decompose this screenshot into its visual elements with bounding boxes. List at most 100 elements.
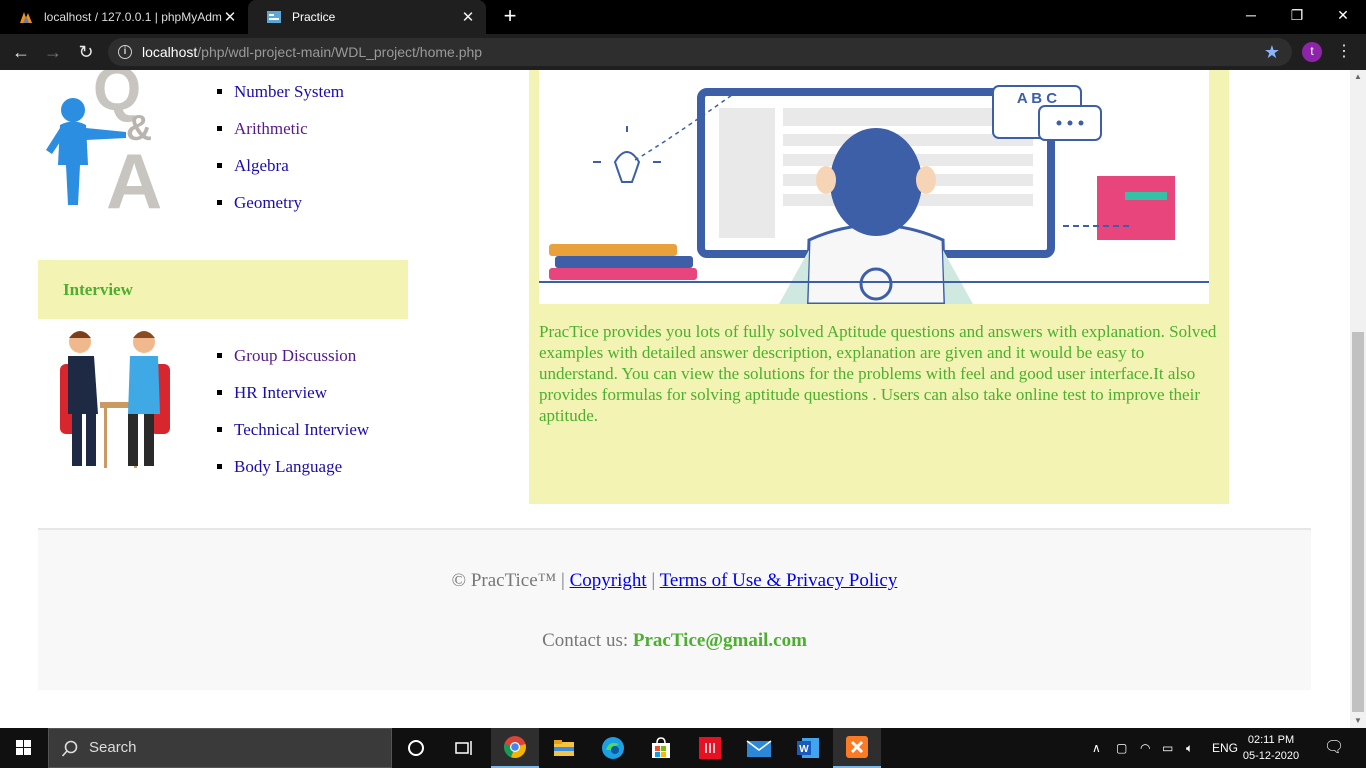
xampp-icon	[846, 736, 868, 758]
interview-heading: Interview	[38, 260, 408, 319]
list-item: Arithmetic	[234, 119, 344, 156]
store-bag-icon	[652, 737, 670, 758]
windows-taskbar: Search W ∧ ▢ ◠ ▭ 🔈︎ ENG 02:11 PM 05-12-2…	[0, 728, 1366, 768]
tab-title: Practice	[292, 10, 336, 24]
tab-title: localhost / 127.0.0.1 | phpMyAdm	[44, 10, 222, 24]
copyright-text: © PracTice™ |	[451, 570, 565, 591]
clock-date: 05-12-2020	[1242, 750, 1300, 762]
close-tab-icon[interactable]: ✕	[222, 8, 238, 26]
list-item: Number System	[234, 82, 344, 119]
clock-time: 02:11 PM	[1247, 734, 1295, 746]
list-item: Geometry	[234, 193, 344, 230]
browser-tab-bar: localhost / 127.0.0.1 | phpMyAdm ✕ Pract…	[0, 0, 1366, 34]
about-panel: A B C PracTice provides you lots of full…	[529, 70, 1229, 504]
back-button[interactable]: ←	[8, 40, 34, 64]
taskbar-mail[interactable]	[735, 728, 783, 768]
practice-favicon-icon	[267, 11, 281, 23]
cortana-button[interactable]	[392, 728, 440, 768]
word-icon: W	[797, 738, 819, 758]
svg-text:W: W	[799, 744, 809, 755]
topic-link-technical-interview[interactable]: Technical Interview	[234, 420, 369, 439]
close-tab-icon[interactable]: ✕	[460, 8, 476, 26]
taskbar-edge[interactable]	[589, 728, 637, 768]
topic-link-algebra[interactable]: Algebra	[234, 156, 289, 175]
browser-menu-icon[interactable]: ⋮	[1336, 42, 1352, 62]
browser-toolbar: ← → ↻ i localhost/php/wdl-project-main/W…	[0, 34, 1366, 70]
footer-contact-row: Contact us: PracTice@gmail.com	[38, 630, 1311, 652]
topic-link-arithmetic[interactable]: Arithmetic	[234, 119, 308, 138]
qa-illustration: Q & A	[46, 70, 162, 210]
abc-bubble-text: A B C	[1017, 90, 1057, 107]
profile-avatar[interactable]: t	[1302, 42, 1322, 62]
interview-illustration	[60, 331, 170, 468]
edge-icon	[602, 737, 624, 759]
taskbar-store[interactable]	[637, 728, 685, 768]
list-item: HR Interview	[234, 383, 369, 420]
taskbar-search-box[interactable]: Search	[48, 728, 392, 768]
bookmark-star-icon[interactable]: ★	[1264, 38, 1280, 66]
action-center-icon[interactable]: 🗨︎	[1324, 728, 1344, 768]
start-button[interactable]	[0, 728, 48, 768]
address-bar[interactable]: i localhost/php/wdl-project-main/WDL_pro…	[108, 38, 1292, 66]
copyright-link[interactable]: Copyright	[570, 570, 647, 591]
svg-text:A: A	[106, 137, 162, 210]
contact-label: Contact us:	[542, 630, 629, 651]
task-view-button[interactable]	[440, 728, 488, 768]
mail-icon	[746, 740, 772, 757]
meet-now-icon[interactable]: ▢	[1116, 728, 1127, 768]
terms-privacy-link[interactable]: Terms of Use & Privacy Policy	[660, 570, 898, 591]
footer-links-row: © PracTice™ | Copyright | Terms of Use &…	[38, 570, 1311, 592]
phpmyadmin-favicon-icon	[20, 12, 32, 23]
site-info-icon[interactable]: i	[118, 45, 132, 59]
close-window-button[interactable]: ✕	[1320, 0, 1366, 34]
list-item: Algebra	[234, 156, 344, 193]
restore-button[interactable]: ❐	[1274, 0, 1320, 34]
reload-button[interactable]: ↻	[73, 40, 99, 64]
list-item: Technical Interview	[234, 420, 369, 457]
new-tab-button[interactable]: +	[498, 4, 522, 28]
topic-link-hr-interview[interactable]: HR Interview	[234, 383, 327, 402]
scrollbar-thumb[interactable]	[1352, 332, 1364, 712]
folder-icon	[554, 740, 574, 756]
search-icon	[61, 740, 78, 757]
taskbar-clock[interactable]: 02:11 PM 05-12-2020	[1236, 732, 1306, 764]
windows-logo-icon	[16, 740, 31, 755]
taskbar-media-app[interactable]	[686, 728, 734, 768]
list-item: Body Language	[234, 457, 369, 494]
topic-link-geometry[interactable]: Geometry	[234, 193, 302, 212]
taskbar-file-explorer[interactable]	[540, 728, 588, 768]
cortana-circle-icon	[408, 740, 424, 756]
interview-topic-list: Group Discussion HR Interview Technical …	[234, 346, 369, 494]
page-scrollbar[interactable]: ▲ ▼	[1350, 70, 1366, 728]
url-host: localhost	[142, 44, 198, 60]
forward-button[interactable]: →	[40, 40, 66, 64]
tab-practice[interactable]: Practice ✕	[248, 0, 486, 34]
taskbar-chrome[interactable]	[491, 728, 539, 768]
volume-icon[interactable]: 🔈︎	[1186, 728, 1193, 768]
topic-link-group-discussion[interactable]: Group Discussion	[234, 346, 356, 365]
list-item: Group Discussion	[234, 346, 369, 383]
media-app-icon	[699, 737, 721, 759]
scroll-up-arrow-icon[interactable]: ▲	[1350, 70, 1366, 84]
contact-email[interactable]: PracTice@gmail.com	[633, 630, 807, 651]
battery-icon[interactable]: ▭	[1162, 728, 1173, 768]
footer-separator: |	[651, 570, 656, 591]
topic-link-number-system[interactable]: Number System	[234, 82, 344, 101]
task-view-icon	[455, 741, 472, 755]
aptitude-topic-list: Number System Arithmetic Algebra Geometr…	[234, 82, 344, 230]
search-placeholder: Search	[89, 739, 137, 756]
taskbar-xampp[interactable]	[833, 728, 881, 768]
scroll-down-arrow-icon[interactable]: ▼	[1350, 714, 1366, 728]
topic-link-body-language[interactable]: Body Language	[234, 457, 342, 476]
page-viewport: Q & A Number System Arithmetic Algebra G…	[0, 70, 1350, 728]
student-computer-illustration: A B C	[539, 70, 1209, 304]
site-description: PracTice provides you lots of fully solv…	[539, 322, 1217, 425]
show-hidden-icons-button[interactable]: ∧	[1092, 728, 1101, 768]
url-path: /php/wdl-project-main/WDL_project/home.p…	[197, 44, 483, 60]
language-indicator[interactable]: ENG	[1212, 728, 1238, 768]
minimize-button[interactable]: ─	[1228, 0, 1274, 34]
taskbar-word[interactable]: W	[784, 728, 832, 768]
chrome-icon	[504, 736, 526, 759]
tab-phpmyadmin[interactable]: localhost / 127.0.0.1 | phpMyAdm ✕	[0, 0, 248, 34]
wifi-icon[interactable]: ◠	[1140, 728, 1150, 768]
